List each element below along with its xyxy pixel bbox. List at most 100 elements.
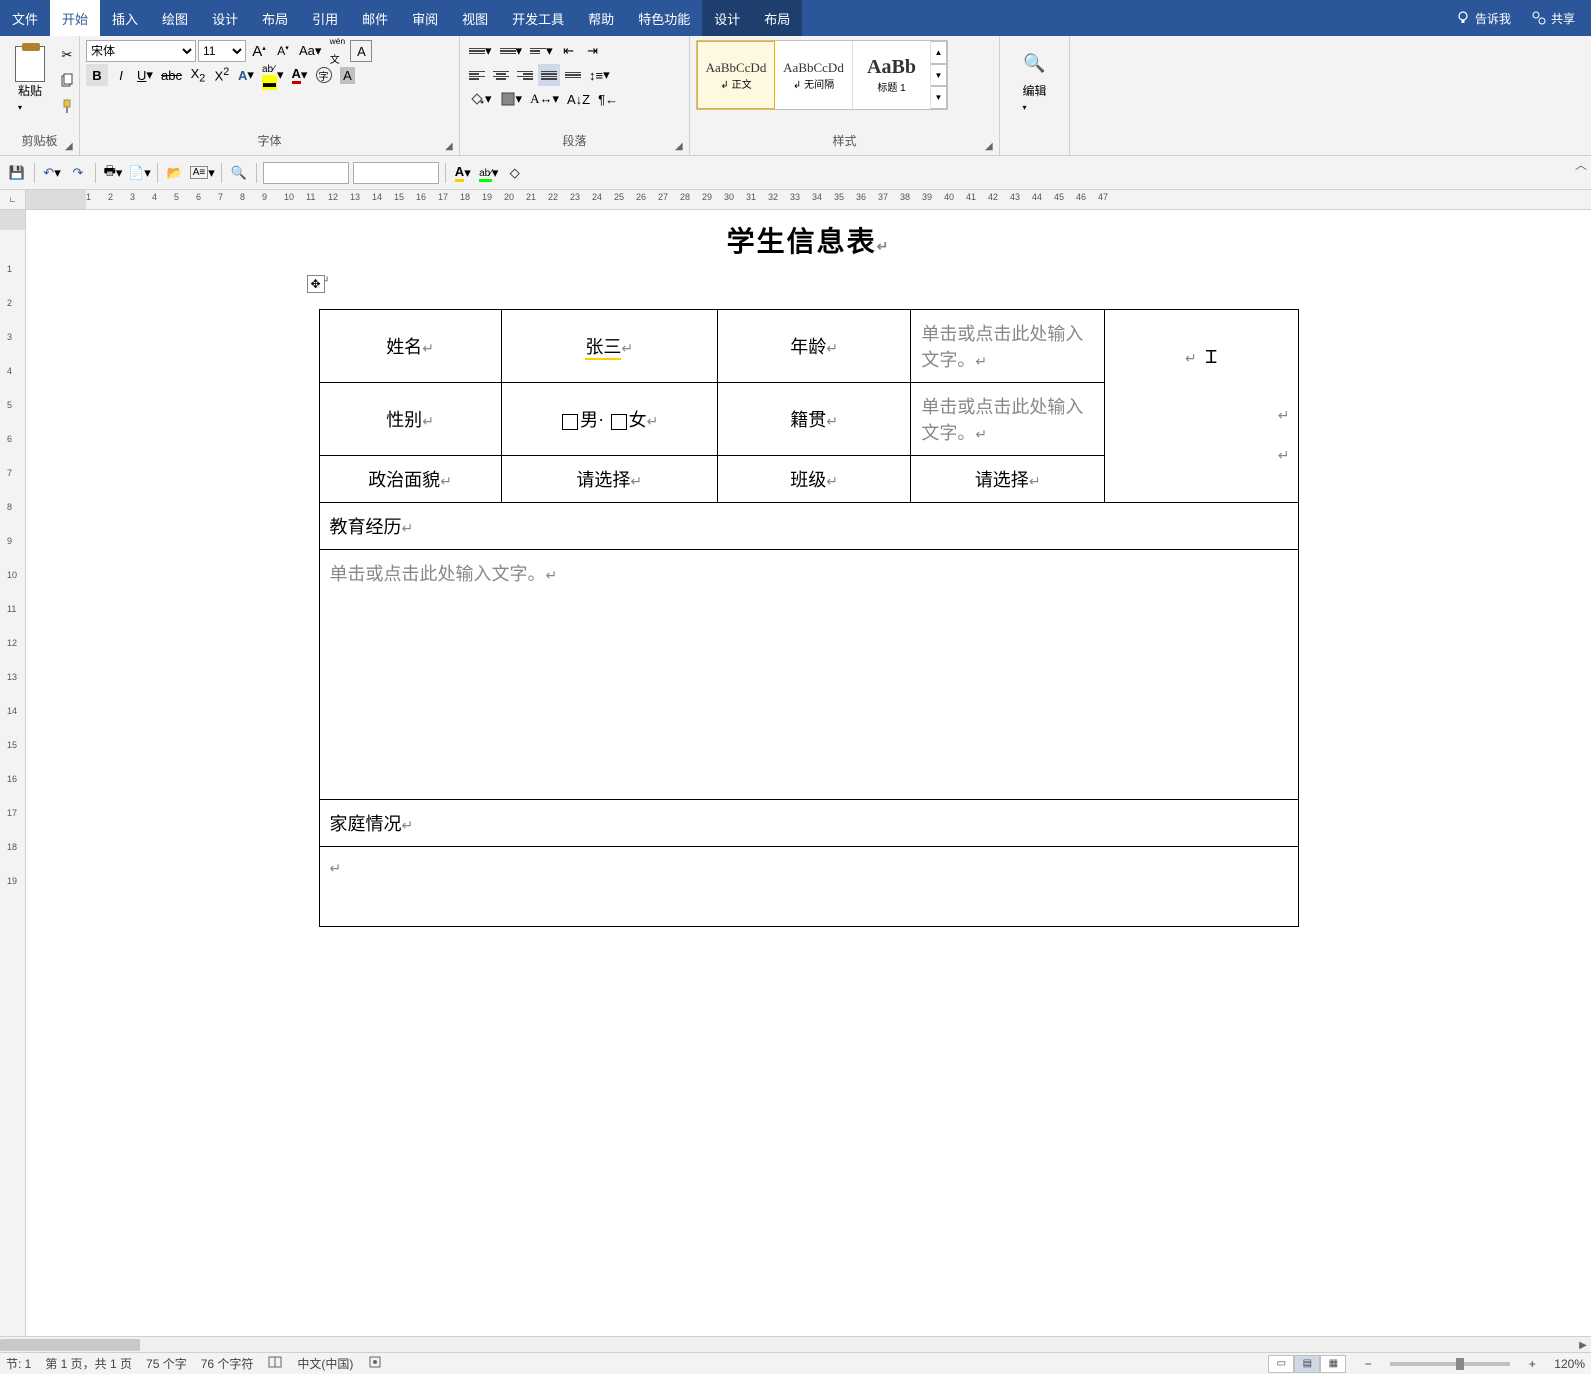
- cell-native-value[interactable]: 单击或点击此处输入文字。↵: [911, 383, 1105, 456]
- zoom-slider[interactable]: [1390, 1362, 1510, 1366]
- menu-file[interactable]: 文件: [0, 0, 50, 36]
- align-justify-button[interactable]: [538, 64, 560, 86]
- menu-design[interactable]: 设计: [200, 0, 250, 36]
- view-read-mode[interactable]: ▭: [1268, 1355, 1294, 1373]
- horizontal-scrollbar[interactable]: ◀ ▶: [0, 1336, 1591, 1352]
- cell-name-label[interactable]: 姓名↵: [319, 310, 501, 383]
- table-move-handle[interactable]: ✥: [307, 275, 325, 293]
- line-spacing-button[interactable]: ↕≡▾: [586, 64, 613, 86]
- phonetic-guide-button[interactable]: wén文: [326, 40, 348, 62]
- multilevel-button[interactable]: ▾: [527, 40, 556, 62]
- qat-print[interactable]: 🖶▾: [102, 162, 124, 184]
- qat-combo-1[interactable]: [263, 162, 349, 184]
- style-scroll-up[interactable]: ▲: [931, 41, 947, 64]
- menu-references[interactable]: 引用: [300, 0, 350, 36]
- change-case-button[interactable]: Aa▾: [296, 40, 324, 62]
- tell-me[interactable]: 告诉我: [1447, 0, 1519, 36]
- bold-button[interactable]: B: [86, 64, 108, 86]
- style-scroll-more[interactable]: ▼: [931, 86, 947, 109]
- cell-family-content[interactable]: ↵: [319, 847, 1298, 927]
- zoom-in-button[interactable]: +: [1524, 1357, 1540, 1371]
- styles-dialog-launcher[interactable]: ◢: [985, 141, 997, 153]
- menu-help[interactable]: 帮助: [576, 0, 626, 36]
- qat-undo[interactable]: ↶▾: [41, 162, 63, 184]
- character-shading-button[interactable]: A: [337, 64, 359, 86]
- hscroll-right[interactable]: ▶: [1575, 1337, 1591, 1353]
- clipboard-dialog-launcher[interactable]: ◢: [65, 141, 77, 153]
- menu-home[interactable]: 开始: [50, 0, 100, 36]
- menu-draw[interactable]: 绘图: [150, 0, 200, 36]
- menu-mailings[interactable]: 邮件: [350, 0, 400, 36]
- qat-print-preview[interactable]: 📄▾: [128, 162, 151, 184]
- shading-button[interactable]: ▾: [466, 88, 495, 110]
- status-chars[interactable]: 76 个字符: [201, 1355, 254, 1372]
- numbering-button[interactable]: ▾: [497, 40, 526, 62]
- checkbox-male[interactable]: [562, 414, 578, 430]
- qat-find[interactable]: 🔍: [228, 162, 250, 184]
- text-effects-button[interactable]: A▾: [235, 64, 257, 86]
- cell-politics-label[interactable]: 政治面貌↵: [319, 456, 501, 503]
- menu-layout[interactable]: 布局: [250, 0, 300, 36]
- qat-redo[interactable]: ↷: [67, 162, 89, 184]
- copy-button[interactable]: [56, 70, 78, 92]
- cell-class-label[interactable]: 班级↵: [717, 456, 911, 503]
- view-web-layout[interactable]: ▦: [1320, 1355, 1346, 1373]
- align-distribute-button[interactable]: [562, 64, 584, 86]
- character-border-button[interactable]: A: [350, 40, 372, 62]
- font-size-select[interactable]: 11: [198, 40, 246, 62]
- highlight-button[interactable]: ab⁄▬▾: [259, 64, 287, 86]
- cell-politics-value[interactable]: 请选择↵: [501, 456, 717, 503]
- menu-context-layout[interactable]: 布局: [752, 0, 802, 36]
- ruler-horizontal[interactable]: ∟ 12345678910111213141516171819202122232…: [0, 190, 1591, 210]
- qat-combo-2[interactable]: [353, 162, 439, 184]
- checkbox-female[interactable]: [611, 414, 627, 430]
- status-words[interactable]: 75 个字: [146, 1355, 187, 1372]
- menu-developer[interactable]: 开发工具: [500, 0, 576, 36]
- paste-button[interactable]: 粘贴▾: [6, 40, 54, 120]
- menu-special[interactable]: 特色功能: [626, 0, 702, 36]
- status-section[interactable]: 节: 1: [6, 1355, 31, 1372]
- cell-name-value[interactable]: 张三↵: [501, 310, 717, 383]
- qat-clear-format[interactable]: ◇: [504, 162, 526, 184]
- align-left-button[interactable]: [466, 64, 488, 86]
- qat-styles[interactable]: A≡▾: [190, 162, 215, 184]
- ruler-corner[interactable]: ∟: [0, 190, 26, 209]
- show-marks-button[interactable]: ¶←: [595, 88, 621, 110]
- strikethrough-button[interactable]: abc: [158, 64, 185, 86]
- document-scroll[interactable]: 学生信息表↵ ↵ ✥ 姓名↵ 张三↵ 年龄↵ 单击或点击此处输入文字。↵ ↵ Ꮖ…: [26, 210, 1591, 1336]
- ruler-vertical[interactable]: 12345678910111213141516171819: [0, 210, 26, 1336]
- qat-highlight[interactable]: ab⁄▾: [478, 162, 500, 184]
- editing-button[interactable]: 🔍 编辑▾: [1006, 40, 1063, 120]
- cell-photo[interactable]: ↵ Ꮖ ↵ ↵: [1104, 310, 1298, 503]
- zoom-slider-thumb[interactable]: [1456, 1358, 1464, 1370]
- qat-open[interactable]: 📂: [164, 162, 186, 184]
- cell-family-label[interactable]: 家庭情况↵: [319, 800, 1298, 847]
- cell-age-label[interactable]: 年龄↵: [717, 310, 911, 383]
- status-language[interactable]: 中文(中国): [297, 1355, 353, 1372]
- status-page[interactable]: 第 1 页，共 1 页: [45, 1355, 132, 1372]
- bullets-button[interactable]: ▾: [466, 40, 495, 62]
- grow-font-button[interactable]: A▴: [248, 40, 270, 62]
- font-dialog-launcher[interactable]: ◢: [445, 141, 457, 153]
- superscript-button[interactable]: X2: [211, 64, 233, 86]
- status-spellcheck[interactable]: [267, 1354, 283, 1373]
- qat-save[interactable]: 💾: [6, 162, 28, 184]
- sort-button[interactable]: A↓Z: [564, 88, 593, 110]
- cell-gender-label[interactable]: 性别↵: [319, 383, 501, 456]
- align-center-button[interactable]: [490, 64, 512, 86]
- collapse-ribbon-button[interactable]: ︿: [1575, 156, 1587, 173]
- shrink-font-button[interactable]: A▾: [272, 40, 294, 62]
- zoom-value[interactable]: 120%: [1554, 1357, 1585, 1371]
- align-right-button[interactable]: [514, 64, 536, 86]
- style-heading1[interactable]: AaBb 标题 1: [853, 41, 931, 109]
- view-print-layout[interactable]: ▤: [1294, 1355, 1320, 1373]
- hscroll-thumb[interactable]: [0, 1339, 140, 1351]
- status-macro[interactable]: [367, 1354, 383, 1373]
- share-button[interactable]: 共享: [1523, 0, 1583, 36]
- paragraph-dialog-launcher[interactable]: ◢: [675, 141, 687, 153]
- cell-class-value[interactable]: 请选择↵: [911, 456, 1105, 503]
- font-name-select[interactable]: 宋体: [86, 40, 196, 62]
- italic-button[interactable]: I: [110, 64, 132, 86]
- cut-button[interactable]: ✂: [56, 44, 78, 66]
- qat-font-color[interactable]: A▾: [452, 162, 474, 184]
